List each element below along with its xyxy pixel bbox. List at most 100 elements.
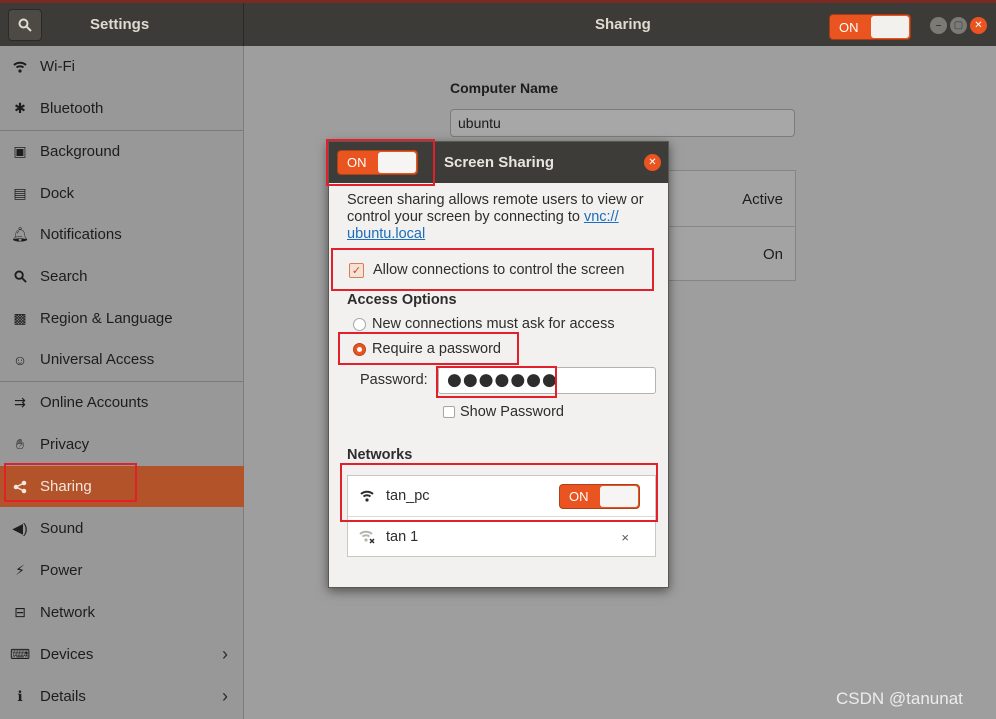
list-item: tan_pc ON (348, 476, 655, 516)
sidebar-item-label: Power (40, 562, 83, 579)
bell-icon: 🔔︎ (11, 226, 29, 242)
devices-icon: ⌨︎ (9, 646, 31, 662)
speaker-icon: ◀︎) (12, 520, 28, 536)
media-sharing-status: On (762, 246, 783, 263)
networks-label: Networks (347, 447, 413, 463)
dialog-header: ON Screen Sharing ✕ (329, 142, 668, 183)
sidebar-item-label: Search (40, 268, 88, 285)
sidebar-item-label: Background (40, 143, 121, 160)
allow-control-row[interactable]: ✓ Allow connections to control the scree… (349, 262, 624, 278)
sidebar-item-label: Network (40, 604, 96, 621)
network-switch[interactable]: ON (559, 484, 640, 509)
list-item: tan 1 × (348, 517, 655, 557)
sidebar-item-devices[interactable]: ⌨︎ Devices › (0, 634, 244, 675)
sidebar-item-label: Region & Language (40, 310, 173, 327)
screen-sharing-status: Active (742, 191, 783, 208)
switch-on-label: ON (569, 489, 589, 504)
switch-knob (600, 486, 638, 507)
maximize-icon[interactable]: ▢ (950, 17, 967, 34)
accessibility-icon: ☺ (12, 351, 28, 368)
sidebar-item-background[interactable]: ▣ Background (0, 131, 244, 172)
sidebar-item-online-accounts[interactable]: ⇉ Online Accounts (0, 382, 244, 423)
bluetooth-icon: ✱ (14, 100, 26, 116)
header-bar: Settings Sharing ON – ▢ ✕ (0, 0, 996, 46)
option-ask-row[interactable]: New connections must ask for access (353, 316, 615, 332)
sidebar-item-search[interactable]: Search (0, 256, 244, 297)
show-password-checkbox[interactable] (443, 406, 455, 418)
panel-title: Sharing (595, 16, 651, 33)
option-password-label: Require a password (372, 341, 501, 357)
screen-sharing-dialog: ON Screen Sharing ✕ Screen sharing allow… (328, 141, 669, 588)
chevron-right-icon: › (222, 644, 228, 664)
delete-network-button[interactable]: × (621, 530, 629, 545)
sidebar-item-region-language[interactable]: ▩ Region & Language (0, 298, 244, 339)
settings-title: Settings (90, 16, 150, 33)
option-password-row[interactable]: Require a password (353, 341, 501, 357)
sidebar-item-label: Universal Access (40, 351, 155, 368)
search-icon (0, 270, 40, 283)
show-password-label: Show Password (460, 404, 564, 420)
sidebar-item-dock[interactable]: ▤ Dock (0, 173, 244, 214)
wifi-disconnected-icon (348, 530, 386, 544)
search-button[interactable] (8, 9, 42, 41)
sidebar-item-details[interactable]: ℹ︎ Details › (0, 676, 244, 717)
sharing-master-switch[interactable]: ON (829, 14, 911, 40)
power-icon: ⚡︎ (15, 562, 25, 578)
networks-list: tan_pc ON tan 1 × (347, 475, 656, 557)
network-icon: ⊟ (14, 604, 26, 620)
dialog-title: Screen Sharing (444, 154, 555, 171)
share-icon (0, 480, 40, 494)
access-options-label: Access Options (347, 292, 457, 308)
online-accounts-icon: ⇉ (14, 394, 26, 410)
header-left: Settings (0, 3, 244, 46)
password-input[interactable]: ●●●●●●● (438, 367, 656, 394)
sidebar-item-network[interactable]: ⊟ Network (0, 592, 244, 633)
background-icon: ▣ (13, 143, 27, 159)
sidebar-item-power[interactable]: ⚡︎ Power (0, 550, 244, 591)
switch-knob (378, 152, 416, 173)
option-ask-label: New connections must ask for access (372, 316, 615, 332)
sidebar-item-label: Dock (40, 185, 75, 202)
watermark-text: CSDN @tanunat (836, 689, 963, 708)
computer-name-label: Computer Name (450, 80, 559, 96)
chevron-right-icon: › (222, 686, 228, 706)
sidebar-item-label: Wi-Fi (40, 58, 75, 75)
sidebar-item-label: Devices (40, 646, 94, 663)
sidebar-item-label: Sharing (40, 478, 92, 495)
show-password-row[interactable]: Show Password (443, 404, 564, 420)
camera-icon: ▩ (13, 310, 27, 326)
allow-control-label: Allow connections to control the screen (373, 262, 625, 278)
switch-on-label: ON (839, 20, 859, 35)
network-name: tan_pc (386, 488, 430, 504)
sidebar-item-label: Online Accounts (40, 394, 149, 411)
wifi-icon (348, 490, 386, 502)
password-label: Password: (360, 372, 428, 388)
minimize-icon[interactable]: – (930, 17, 947, 34)
network-name: tan 1 (386, 529, 419, 545)
option-ask-radio[interactable] (353, 317, 366, 331)
sidebar-item-privacy[interactable]: ✋︎ Privacy (0, 424, 244, 465)
sidebar-item-label: Details (40, 688, 86, 705)
screen-sharing-switch[interactable]: ON (337, 150, 418, 175)
sidebar-item-sharing[interactable]: Sharing (0, 466, 244, 507)
close-icon[interactable]: ✕ (644, 154, 661, 171)
search-icon (18, 18, 32, 32)
sidebar-item-label: Bluetooth (40, 100, 104, 117)
close-icon[interactable]: ✕ (970, 17, 987, 34)
sidebar-item-wifi[interactable]: Wi-Fi (0, 46, 244, 87)
switch-on-label: ON (347, 155, 367, 170)
info-icon: ℹ︎ (17, 688, 23, 704)
sidebar-item-sound[interactable]: ◀︎) Sound (0, 508, 244, 549)
option-password-radio[interactable] (353, 342, 366, 356)
switch-knob (871, 16, 909, 38)
dialog-description: Screen sharing allows remote users to vi… (347, 192, 662, 243)
sidebar-item-label: Privacy (40, 436, 90, 453)
allow-control-checkbox[interactable]: ✓ (349, 262, 364, 278)
sidebar-item-universal-access[interactable]: ☺ Universal Access (0, 339, 244, 380)
computer-name-input[interactable]: ubuntu (450, 109, 795, 137)
window-buttons: – ▢ ✕ (930, 17, 987, 34)
sidebar-item-notifications[interactable]: 🔔︎ Notifications (0, 214, 244, 255)
sidebar: Wi-Fi ✱ Bluetooth ▣ Background ▤ Dock 🔔︎… (0, 46, 244, 719)
sidebar-item-bluetooth[interactable]: ✱ Bluetooth (0, 88, 244, 129)
wifi-icon (0, 61, 40, 73)
